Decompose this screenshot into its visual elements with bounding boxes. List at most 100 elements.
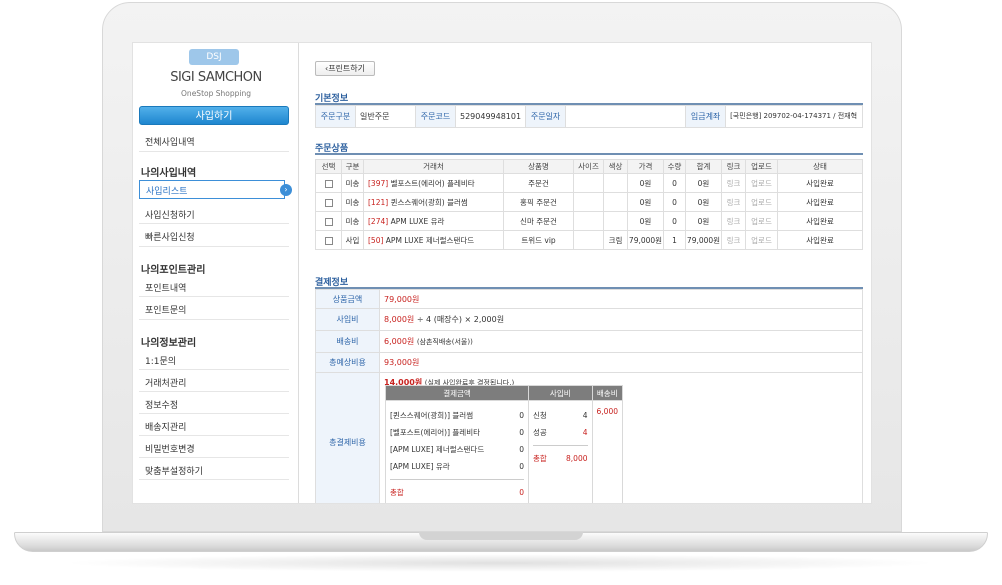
sidebar-item-partners[interactable]: 거래처관리 <box>145 376 186 389</box>
sidebar-item-inquiry[interactable]: 1:1문의 <box>145 354 176 367</box>
detail-success-label: 성공 <box>533 428 547 437</box>
sidebar-item-password[interactable]: 비밀번호변경 <box>145 442 195 455</box>
fee-amount: 8,000원 <box>384 315 415 324</box>
detail-store-amount: 0 <box>519 462 525 471</box>
expected-cost-value: 93,000원 <box>384 358 420 367</box>
buy-button[interactable]: 사입하기 <box>139 106 289 125</box>
detail-store-name: [벨포스트(에리어)] 플레비타 <box>390 428 480 437</box>
deposit-label: 입금계좌 <box>685 105 727 128</box>
sidebar-divider <box>139 457 289 458</box>
col-header: 합계 <box>685 159 722 174</box>
row-kind: 미송 <box>341 173 364 193</box>
detail-fee-sum-value: 8,000 <box>566 454 588 463</box>
col-header: 사이즈 <box>573 159 604 174</box>
sidebar-item-buy-request[interactable]: 사입신청하기 <box>145 208 195 221</box>
row-status: 사입완료 <box>777 230 863 250</box>
detail-header-ship: 배송비 <box>591 385 624 401</box>
goods-amount-label: 상품금액 <box>315 289 380 309</box>
row-qty: 0 <box>663 211 686 231</box>
row-total: 0원 <box>685 173 722 193</box>
store-name: 벨포스트(에리어) 플레비타 <box>390 178 475 188</box>
sidebar-divider <box>139 391 289 392</box>
detail-success-row: 성공 4 <box>533 424 587 441</box>
row-size <box>573 230 604 250</box>
row-qty: 0 <box>663 192 686 212</box>
row-price: 0원 <box>627 173 664 193</box>
row-qty: 0 <box>663 173 686 193</box>
row-size <box>573 192 604 212</box>
store-name: APM LUXE 유라 <box>390 216 445 226</box>
detail-store-amount: 0 <box>519 411 525 420</box>
row-upload[interactable]: 업로드 <box>745 230 778 250</box>
row-price: 0원 <box>627 192 664 212</box>
detail-store-amount: 0 <box>519 445 525 454</box>
sidebar-group-title: 나의포인트관리 <box>141 265 206 276</box>
sidebar-divider <box>139 223 289 224</box>
detail-store-row: [퀸스스퀘어(광희)] 블러썸 0 <box>390 407 524 424</box>
col-header: 링크 <box>721 159 746 174</box>
table-row: 미송 [121] 퀸스스퀘어(광희) 블러썸 홍픽 주문건 0원 0 0원 링크… <box>315 192 863 212</box>
sidebar-divider <box>139 151 289 152</box>
store-code: [121] <box>368 197 389 207</box>
sidebar: DSJ SIGI SAMCHON OneStop Shopping 사입하기 전… <box>133 43 299 503</box>
row-checkbox[interactable] <box>324 217 333 226</box>
detail-apply-label: 신청 <box>533 411 547 420</box>
store-name: 퀸스스퀘어(광희) 블러썸 <box>390 197 468 207</box>
store-name: APM LUXE 제너럴스탠다드 <box>385 235 475 245</box>
row-upload[interactable]: 업로드 <box>745 211 778 231</box>
expected-cost-label: 총예상비용 <box>315 352 380 373</box>
row-link[interactable]: 링크 <box>721 173 746 193</box>
sidebar-item-quick-request[interactable]: 빠른사입신청 <box>145 230 195 243</box>
detail-store-name: [퀸스스퀘어(광희)] 블러썸 <box>390 411 474 420</box>
row-status: 사입완료 <box>777 211 863 231</box>
row-link[interactable]: 링크 <box>721 211 746 231</box>
total-payment-label: 총결제비용 <box>315 372 380 503</box>
shipping-label: 배송비 <box>315 330 380 353</box>
col-header: 상품명 <box>503 159 574 174</box>
laptop-notch <box>419 532 583 540</box>
row-color <box>603 211 628 231</box>
row-link[interactable]: 링크 <box>721 192 746 212</box>
shipping-note: (삼촌직배송(서울)) <box>416 338 473 346</box>
col-header: 거래처 <box>363 159 504 174</box>
row-checkbox[interactable] <box>324 198 333 207</box>
sidebar-item-points[interactable]: 포인트내역 <box>145 281 186 294</box>
sidebar-item-buy-list[interactable]: 사입리스트 › <box>139 180 292 199</box>
sidebar-item-custom[interactable]: 맞춤부설정하기 <box>145 464 203 477</box>
row-upload[interactable]: 업로드 <box>745 192 778 212</box>
row-color: 크림 <box>603 230 628 250</box>
row-checkbox[interactable] <box>324 236 333 245</box>
row-upload[interactable]: 업로드 <box>745 173 778 193</box>
order-code-value: 529049948101 <box>454 105 527 128</box>
order-code-label: 주문코드 <box>415 105 456 128</box>
row-price: 79,000원 <box>627 230 664 250</box>
shipping-amount: 6,000원 <box>384 337 415 346</box>
row-total: 0원 <box>685 192 722 212</box>
row-status: 사입완료 <box>777 192 863 212</box>
detail-header-fee: 사입비 <box>528 385 593 401</box>
row-link[interactable]: 링크 <box>721 230 746 250</box>
logo-name[interactable]: SIGI SAMCHON <box>133 70 299 85</box>
detail-store-row: [APM LUXE] 제너럴스탠다드 0 <box>390 441 524 458</box>
row-color <box>603 192 628 212</box>
sidebar-group-title: 나의정보관리 <box>141 338 197 349</box>
detail-apply-value: 4 <box>582 411 588 420</box>
sidebar-item-all-history[interactable]: 전체사입내역 <box>145 135 195 148</box>
row-total: 0원 <box>685 211 722 231</box>
sidebar-divider <box>139 319 289 320</box>
products-table: 선택 구분 거래처 상품명 사이즈 색상 가격 수량 합계 링크 업로드 상태 <box>315 159 863 250</box>
col-header: 색상 <box>603 159 628 174</box>
row-kind: 미송 <box>341 192 364 212</box>
detail-store-row: [벨포스트(에리어)] 플레비타 0 <box>390 424 524 441</box>
sidebar-item-shipping[interactable]: 배송지관리 <box>145 420 186 433</box>
row-product: 트위드 vip <box>503 230 574 250</box>
main-content: ‹프린트하기 기본정보 주문구분 일반주문 주문코드 529049948101 … <box>311 43 867 503</box>
row-checkbox[interactable] <box>324 179 333 188</box>
sidebar-item-edit-info[interactable]: 정보수정 <box>145 398 178 411</box>
chevron-right-icon: › <box>280 184 292 196</box>
sidebar-divider <box>139 479 289 480</box>
print-button[interactable]: ‹프린트하기 <box>315 61 375 76</box>
detail-store-row: [APM LUXE] 유라 0 <box>390 458 524 475</box>
logo-badge: DSJ <box>189 49 239 65</box>
sidebar-item-point-inquiry[interactable]: 포인트문의 <box>145 303 186 316</box>
